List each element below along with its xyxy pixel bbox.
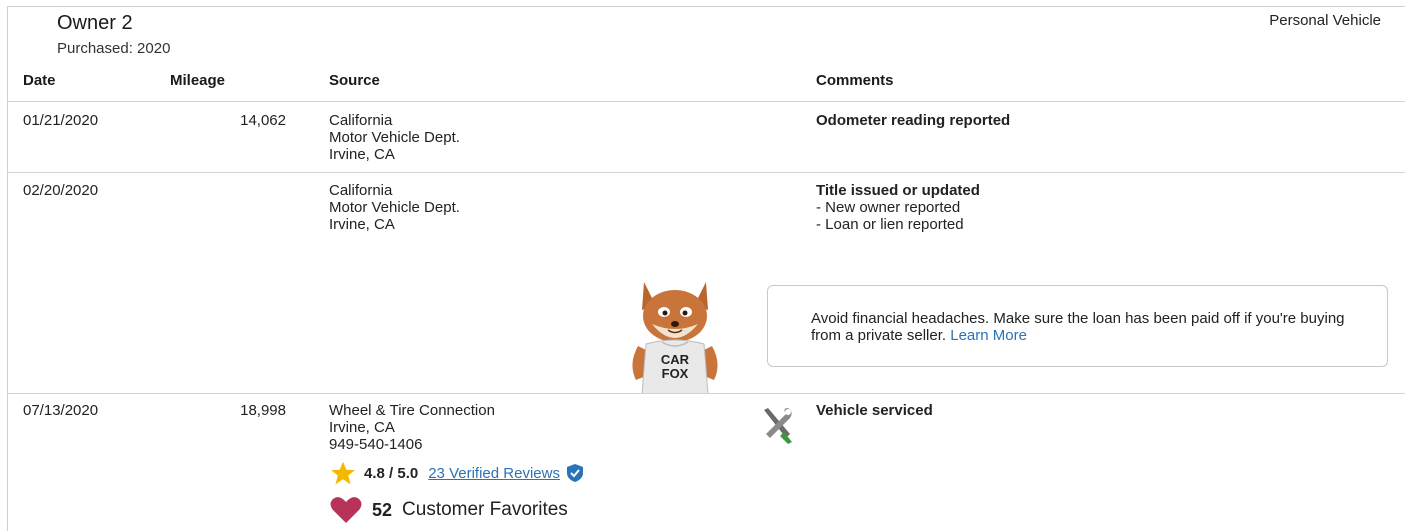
row-mileage: 14,062: [240, 112, 286, 129]
row-mileage: 18,998: [240, 402, 286, 419]
callout-message: Avoid financial headaches. Make sure the…: [811, 310, 1345, 344]
column-header-date: Date: [23, 72, 56, 89]
purchased-year: Purchased: 2020: [57, 40, 171, 57]
row-source: Wheel & Tire Connection Irvine, CA 949-5…: [329, 402, 495, 453]
source-line: Wheel & Tire Connection: [329, 402, 495, 419]
column-header-mileage: Mileage: [170, 72, 226, 89]
callout-text: Avoid financial headaches. Make sure the…: [811, 310, 1351, 344]
heart-icon: [330, 497, 362, 523]
header-divider: [7, 101, 1405, 102]
mascot-shirt-text: CAR: [661, 352, 690, 367]
row-comment-title: Title issued or updated: [816, 182, 980, 199]
star-icon: [331, 461, 355, 485]
source-line: Motor Vehicle Dept.: [329, 199, 460, 216]
customer-favorites: 52 Customer Favorites: [330, 494, 568, 526]
loan-tip-callout: Avoid financial headaches. Make sure the…: [767, 285, 1388, 367]
source-line: California: [329, 112, 393, 129]
row-divider: [7, 393, 1405, 394]
favorites-count: 52: [372, 499, 393, 520]
source-line: California: [329, 182, 393, 199]
owner-title: Owner 2: [57, 12, 133, 34]
source-line: Irvine, CA: [329, 146, 395, 163]
favorites-label: Customer Favorites: [402, 499, 568, 520]
row-comment: Title issued or updated - New owner repo…: [816, 182, 980, 233]
row-comment-title: Vehicle serviced: [816, 402, 933, 419]
service-tools-icon: [764, 408, 792, 444]
row-source: California Motor Vehicle Dept. Irvine, C…: [329, 112, 460, 163]
row-date: 02/20/2020: [23, 182, 99, 199]
verified-badge-icon: [566, 464, 583, 482]
row-source: California Motor Vehicle Dept. Irvine, C…: [329, 182, 460, 233]
column-header-source: Source: [329, 72, 380, 89]
source-line: Irvine, CA: [329, 216, 395, 233]
vehicle-type-label: Personal Vehicle: [1269, 12, 1381, 29]
comment-item: - New owner reported: [816, 199, 961, 216]
row-date: 01/21/2020: [23, 112, 99, 129]
row-divider: [7, 172, 1405, 173]
source-line: Motor Vehicle Dept.: [329, 129, 460, 146]
row-date: 07/13/2020: [23, 402, 99, 419]
source-line: Irvine, CA: [329, 419, 395, 436]
comment-item: - Loan or lien reported: [816, 216, 964, 233]
learn-more-link[interactable]: Learn More: [950, 327, 1027, 344]
column-header-comments: Comments: [816, 72, 894, 89]
row-comment-title: Odometer reading reported: [816, 112, 1011, 129]
carfox-mascot-icon: CAR FOX: [632, 282, 718, 394]
rating-value: 4.8 / 5.0: [364, 464, 419, 482]
source-line: 949-540-1406: [329, 436, 423, 453]
dealer-rating: 4.8 / 5.0 23 Verified Reviews: [330, 459, 584, 487]
mascot-shirt-text: FOX: [662, 366, 689, 381]
verified-reviews-link[interactable]: 23 Verified Reviews: [428, 465, 560, 482]
